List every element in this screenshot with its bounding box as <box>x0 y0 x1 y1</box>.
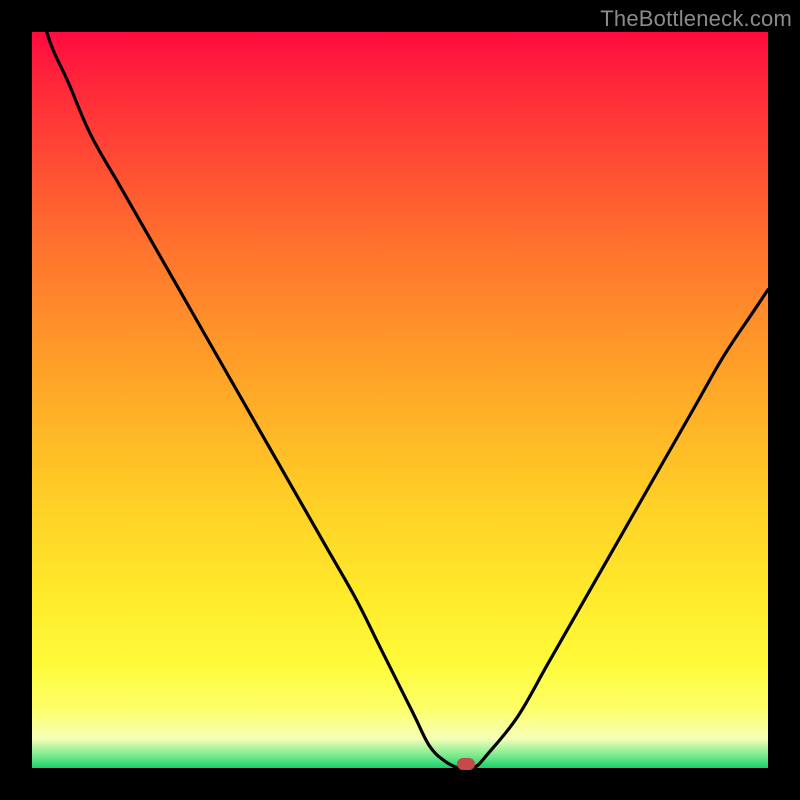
bottleneck-curve <box>32 32 768 768</box>
chart-frame: TheBottleneck.com <box>0 0 800 800</box>
watermark-label: TheBottleneck.com <box>600 6 792 32</box>
plot-area <box>32 32 768 768</box>
optimal-point-marker <box>457 758 475 770</box>
